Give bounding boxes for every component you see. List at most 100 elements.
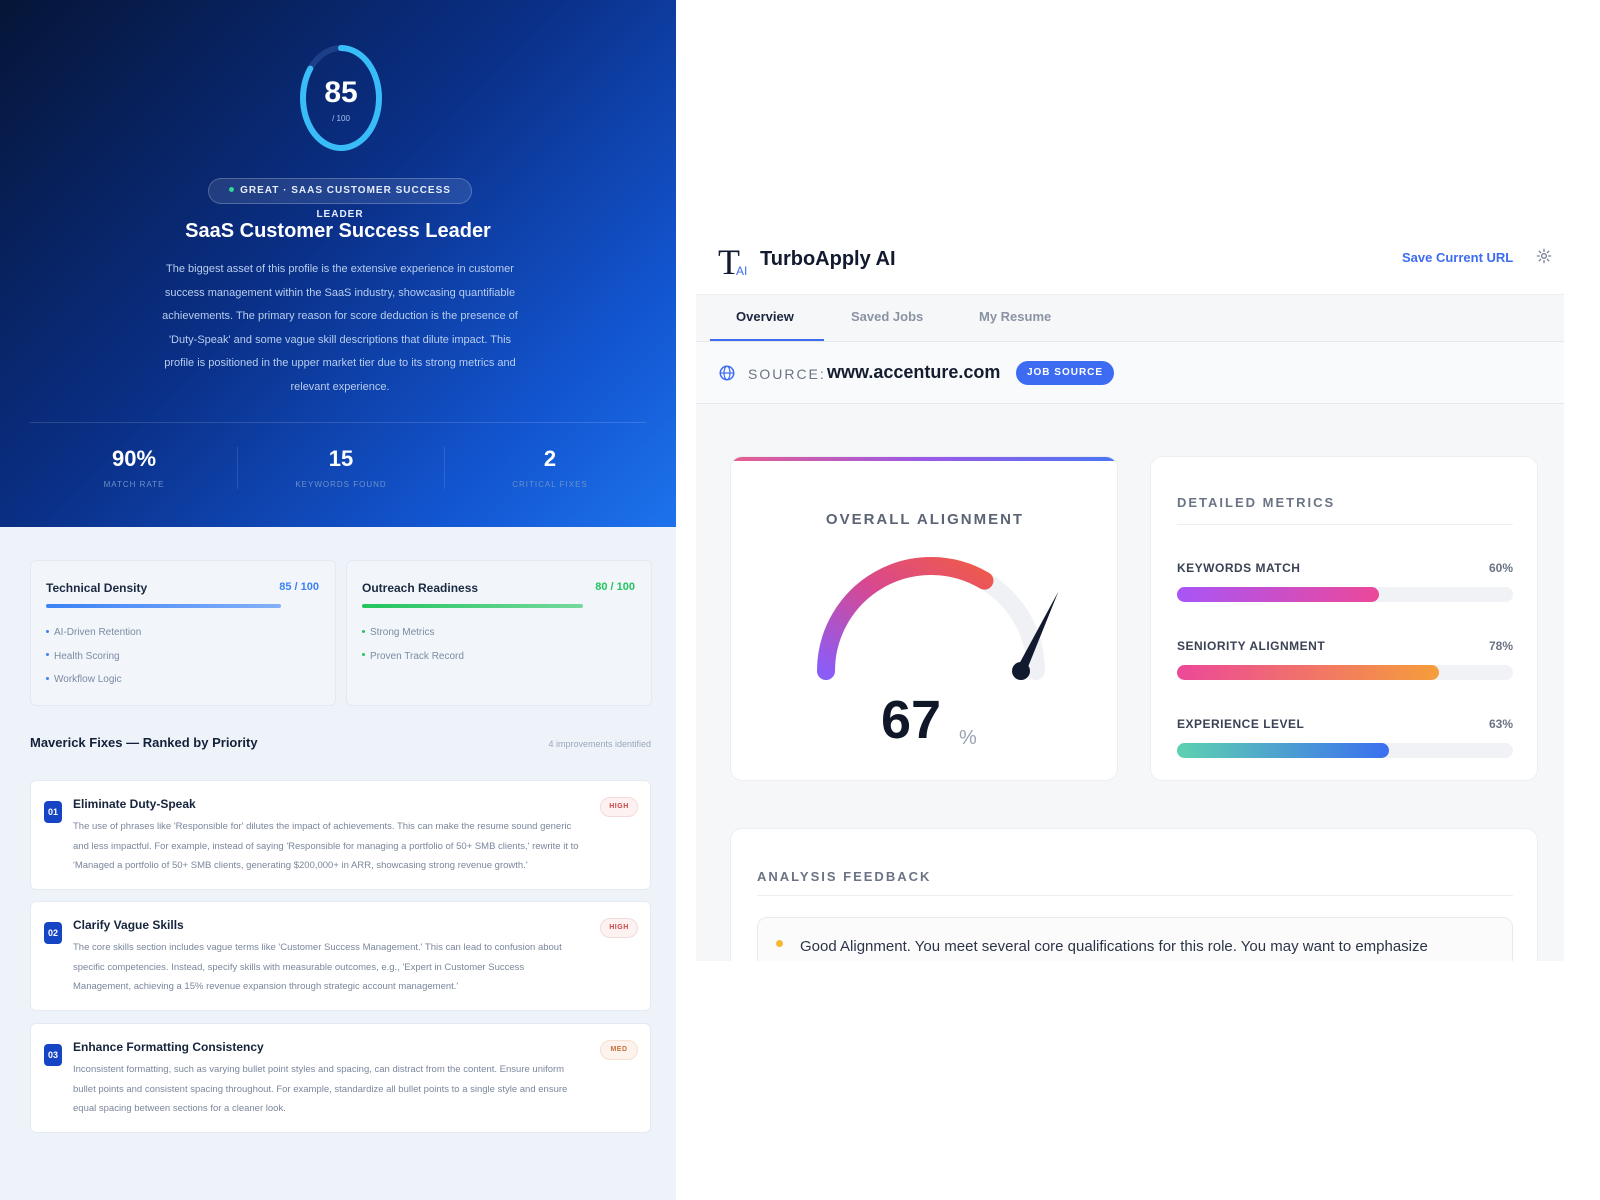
tab-overview[interactable]: Overview <box>736 309 794 324</box>
priority-badge: HIGH <box>600 797 638 817</box>
category-title: Technical Density <box>46 581 148 595</box>
bullet-text: Health Scoring <box>54 650 120 662</box>
fix-number-badge: 02 <box>44 922 62 944</box>
stat-value: 90% <box>111 446 157 471</box>
analysis-feedback-card: ANALYSIS FEEDBACK Good Alignment. You me… <box>730 828 1538 961</box>
metric-value: 63% <box>1488 717 1513 731</box>
category-bullet: Proven Track Record <box>362 645 464 669</box>
resume-report-panel: 85 / 100 GREAT · SAAS CUSTOMER SUCCESS L… <box>0 0 676 1200</box>
category-card-outreach-readiness: Outreach Readiness 80 / 100 Strong Metri… <box>346 560 652 706</box>
bullet-dot-icon <box>362 629 365 633</box>
bullet-text: Workflow Logic <box>54 674 122 686</box>
stat-label: MATCH RATE <box>103 480 165 489</box>
stat-divider <box>237 447 238 489</box>
metric-track <box>1177 665 1513 680</box>
settings-gear-icon[interactable] <box>1536 248 1552 264</box>
category-score: 80 / 100 <box>595 581 635 593</box>
extension-panel: T AI TurboApply AI Save Current URL Over… <box>696 238 1564 961</box>
score-max: / 100 <box>332 114 350 123</box>
fixes-heading: Maverick Fixes — Ranked by Priority <box>30 735 258 750</box>
bullet-dot-icon <box>362 653 365 657</box>
metric-fill <box>1177 587 1379 602</box>
tab-bar: Overview Saved Jobs My Resume <box>696 294 1564 342</box>
app-logo: T AI <box>718 242 754 284</box>
source-url[interactable]: www.accenture.com <box>827 362 1000 383</box>
metric-fill <box>1177 743 1389 758</box>
extension-header: T AI TurboApply AI Save Current URL <box>696 238 1564 294</box>
tab-saved-jobs[interactable]: Saved Jobs <box>851 309 923 324</box>
alignment-unit: % <box>959 727 977 749</box>
stat-value: 15 <box>328 446 354 471</box>
tab-my-resume[interactable]: My Resume <box>979 309 1051 324</box>
fix-card[interactable]: 02 Clarify Vague Skills The core skills … <box>30 901 651 1011</box>
category-bullet: Strong Metrics <box>362 621 464 645</box>
rating-pill: GREAT · SAAS CUSTOMER SUCCESS LEADER <box>208 178 472 220</box>
stat-critical-fixes: 2 CRITICAL FIXES <box>450 446 650 489</box>
category-bullets: Strong Metrics Proven Track Record <box>362 621 464 668</box>
source-label: SOURCE: <box>748 366 826 382</box>
bullet-dot-icon <box>46 653 49 657</box>
card-accent-bar <box>731 457 1117 461</box>
gauge-track <box>817 557 1045 680</box>
stat-label: CRITICAL FIXES <box>512 480 588 489</box>
stat-label: KEYWORDS FOUND <box>295 480 387 489</box>
category-progress-bar <box>46 604 281 608</box>
fix-description: The core skills section includes vague t… <box>73 942 562 993</box>
stat-keywords-found: 15 KEYWORDS FOUND <box>241 446 441 489</box>
metrics-title: DETAILED METRICS <box>1177 495 1336 510</box>
bullet-text: Proven Track Record <box>370 650 464 662</box>
feedback-dot-icon <box>776 940 783 947</box>
feedback-item: Good Alignment. You meet several core qu… <box>757 917 1513 961</box>
metric-label: SENIORITY ALIGNMENT <box>1177 639 1326 653</box>
fix-title: Enhance Formatting Consistency <box>73 1040 264 1054</box>
hero-divider <box>30 422 646 423</box>
category-bullets: AI-Driven Retention Health Scoring Workf… <box>46 621 141 692</box>
metric-track <box>1177 587 1513 602</box>
stat-match-rate: 90% MATCH RATE <box>34 446 234 489</box>
fixes-count: 4 improvements identified <box>548 739 651 749</box>
status-dot-icon <box>229 186 235 192</box>
feedback-title: ANALYSIS FEEDBACK <box>757 869 932 884</box>
feedback-text: Good Alignment. You meet several core qu… <box>800 938 1428 955</box>
priority-badge: HIGH <box>600 918 638 938</box>
priority-badge: MED <box>600 1040 638 1060</box>
app-title: TurboApply AI <box>760 248 896 270</box>
category-score: 85 / 100 <box>279 581 319 593</box>
metric-value: 78% <box>1488 639 1513 653</box>
bullet-dot-icon <box>46 629 49 633</box>
category-progress-bar <box>362 604 583 608</box>
bullet-dot-icon <box>46 677 49 681</box>
category-bullet: Health Scoring <box>46 645 141 669</box>
logo-sub: AI <box>736 264 748 278</box>
metrics-divider <box>1177 524 1513 525</box>
feedback-divider <box>757 895 1513 896</box>
active-tab-indicator <box>710 339 824 341</box>
overall-alignment-card: OVERALL ALIGNMENT 67 % <box>730 456 1118 781</box>
fix-title: Clarify Vague Skills <box>73 918 184 932</box>
fix-card[interactable]: 01 Eliminate Duty-Speak The use of phras… <box>30 780 651 890</box>
metric-track <box>1177 743 1513 758</box>
metric-label: KEYWORDS MATCH <box>1177 561 1301 575</box>
fix-description: The use of phrases like 'Responsible for… <box>73 821 579 872</box>
stat-divider <box>444 447 445 489</box>
save-current-url-button[interactable]: Save Current URL <box>1402 250 1513 265</box>
gauge-hub <box>1012 662 1030 680</box>
alignment-title: OVERALL ALIGNMENT <box>825 511 1025 528</box>
rating-pill-label: GREAT · SAAS CUSTOMER SUCCESS LEADER <box>240 185 451 220</box>
score-hero: 85 / 100 GREAT · SAAS CUSTOMER SUCCESS L… <box>0 0 676 527</box>
score-value: 85 <box>324 76 358 109</box>
source-bar: SOURCE: www.accenture.com JOB SOURCE <box>696 342 1564 404</box>
fix-number-badge: 01 <box>44 801 62 823</box>
fix-number-badge: 03 <box>44 1044 62 1066</box>
alignment-value: 67 <box>881 690 942 750</box>
fix-card[interactable]: 03 Enhance Formatting Consistency Incons… <box>30 1023 651 1133</box>
globe-icon <box>719 365 735 381</box>
metric-fill <box>1177 665 1440 680</box>
fix-description: Inconsistent formatting, such as varying… <box>73 1064 568 1115</box>
profile-summary: The biggest asset of this profile is the… <box>162 263 518 393</box>
detailed-metrics-card: DETAILED METRICS KEYWORDS MATCH 60% SENI… <box>1150 456 1538 781</box>
category-title: Outreach Readiness <box>362 581 479 595</box>
category-card-technical-density: Technical Density 85 / 100 AI-Driven Ret… <box>30 560 336 706</box>
job-source-badge: JOB SOURCE <box>1016 361 1114 385</box>
metric-value: 60% <box>1488 561 1513 575</box>
